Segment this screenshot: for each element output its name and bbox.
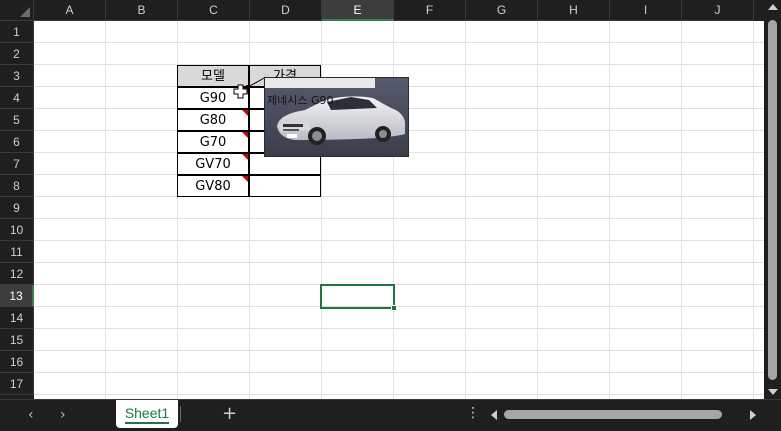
scroll-right-icon[interactable] — [750, 410, 756, 420]
model-label: G90 — [199, 91, 227, 106]
add-sheet-button[interactable]: + — [222, 403, 237, 424]
row-header-13[interactable]: 13 — [0, 285, 34, 307]
comment-text: 제네시스 G90 — [267, 94, 334, 107]
row-header-6[interactable]: 6 — [0, 131, 34, 153]
active-tab-underline — [125, 422, 169, 424]
column-header-h[interactable]: H — [538, 0, 610, 21]
more-options-icon[interactable]: ⋮ — [466, 405, 480, 421]
price-cell[interactable] — [249, 175, 321, 197]
sheet-tab-bar: ‹ › Sheet1 + ⋮ — [0, 399, 781, 431]
comment-indicator-icon — [242, 154, 248, 160]
row-header-5[interactable]: 5 — [0, 109, 34, 131]
column-header-e[interactable]: E — [322, 0, 394, 21]
row-header-14[interactable]: 14 — [0, 307, 34, 329]
column-header-c[interactable]: C — [178, 0, 250, 21]
vertical-scroll-thumb[interactable] — [768, 20, 777, 380]
car-image — [265, 78, 408, 156]
row-header-16[interactable]: 16 — [0, 351, 34, 373]
row-header-9[interactable]: 9 — [0, 197, 34, 219]
comment-indicator-icon — [242, 132, 248, 138]
model-cell-g70[interactable]: G70 — [177, 131, 249, 153]
row-header-10[interactable]: 10 — [0, 219, 34, 241]
model-label: G80 — [199, 113, 227, 128]
column-header-a[interactable]: A — [34, 0, 106, 21]
column-header-b[interactable]: B — [106, 0, 178, 21]
cross-select-cursor-icon — [233, 84, 248, 99]
model-label: G70 — [199, 135, 227, 150]
row-header-15[interactable]: 15 — [0, 329, 34, 351]
model-cell-g80[interactable]: G80 — [177, 109, 249, 131]
next-sheet-icon[interactable]: › — [60, 407, 66, 423]
scroll-up-icon[interactable] — [768, 4, 778, 10]
row-header-3[interactable]: 3 — [0, 65, 34, 87]
column-header-d[interactable]: D — [250, 0, 322, 21]
fill-handle[interactable] — [391, 305, 397, 311]
active-cell-selection[interactable] — [320, 284, 397, 311]
select-all-triangle-icon — [20, 7, 30, 17]
scroll-down-icon[interactable] — [768, 389, 778, 395]
vertical-scrollbar[interactable] — [764, 0, 781, 399]
row-header-7[interactable]: 7 — [0, 153, 34, 175]
model-label: GV70 — [195, 157, 231, 172]
horizontal-scroll-thumb[interactable] — [504, 410, 722, 419]
column-header-j[interactable]: J — [682, 0, 754, 21]
comment-indicator-icon — [242, 176, 248, 182]
row-header-12[interactable]: 12 — [0, 263, 34, 285]
select-all-button[interactable] — [0, 0, 34, 21]
sheet-tab-label: Sheet1 — [124, 405, 170, 421]
row-header-4[interactable]: 4 — [0, 87, 34, 109]
column-header-f[interactable]: F — [394, 0, 466, 21]
model-cell-gv80[interactable]: GV80 — [177, 175, 249, 197]
model-label: GV80 — [195, 179, 231, 194]
column-header-bar: ABCDEFGHIJ — [0, 0, 764, 21]
comment-popup[interactable]: 제네시스 G90 — [264, 77, 409, 157]
row-header-8[interactable]: 8 — [0, 175, 34, 197]
comment-indicator-icon — [242, 110, 248, 116]
worksheet-grid[interactable]: 모델 가격 G90 G80 G70 GV70 GV80 — [34, 21, 764, 399]
sheet-tab-sheet1[interactable]: Sheet1 — [116, 400, 178, 428]
row-header-2[interactable]: 2 — [0, 43, 34, 65]
column-header-g[interactable]: G — [466, 0, 538, 21]
model-cell-gv70[interactable]: GV70 — [177, 153, 249, 175]
scroll-left-icon[interactable] — [491, 410, 497, 420]
prev-sheet-icon[interactable]: ‹ — [28, 407, 34, 423]
tab-separator — [180, 406, 181, 422]
column-header-i[interactable]: I — [610, 0, 682, 21]
row-header-17[interactable]: 17 — [0, 373, 34, 395]
row-header-11[interactable]: 11 — [0, 241, 34, 263]
row-header-1[interactable]: 1 — [0, 21, 34, 43]
